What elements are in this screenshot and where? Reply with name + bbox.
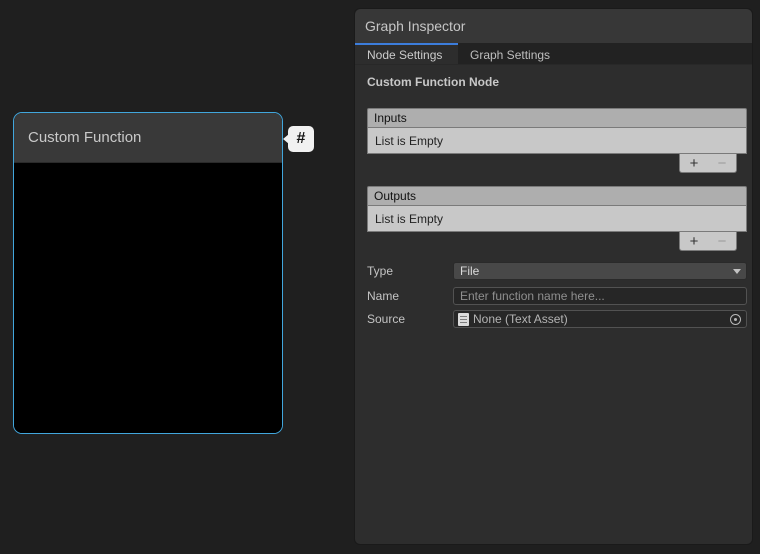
graph-inspector-panel: Graph Inspector Node Settings Graph Sett… [354,8,753,545]
outputs-list-title: Outputs [374,189,416,203]
hash-icon: # [297,130,306,148]
source-label: Source [367,310,405,328]
badge-tail [283,134,289,144]
text-asset-icon [458,313,469,326]
tab-bar: Node Settings Graph Settings [355,43,752,65]
type-dropdown[interactable]: File [453,262,747,280]
tab-node-settings-label: Node Settings [367,48,442,62]
outputs-empty-label: List is Empty [375,212,443,226]
node-title-label: Custom Function [28,129,141,146]
inputs-list-header: Inputs [367,108,747,128]
name-row: Name [367,287,747,305]
source-object-field[interactable]: None (Text Asset) [453,310,747,328]
panel-title: Graph Inspector [365,18,465,34]
inputs-list-empty-row: List is Empty [367,128,747,154]
source-row: Source None (Text Asset) [367,310,747,328]
type-dropdown-value: File [460,264,479,278]
shader-graph-window: { "canvas": { "node": { "title": "Custom… [0,0,760,554]
inputs-empty-label: List is Empty [375,134,443,148]
tab-node-settings[interactable]: Node Settings [355,43,458,64]
panel-header[interactable]: Graph Inspector [355,9,752,43]
outputs-list-header: Outputs [367,186,747,206]
type-row: Type File [367,262,747,280]
custom-function-node[interactable]: Custom Function [13,112,283,434]
node-body [14,163,282,434]
outputs-add-button[interactable]: + [690,234,699,249]
inputs-list-footer: + − [679,154,737,173]
outputs-list-footer: + − [679,232,737,251]
node-settings-heading: Custom Function Node [367,75,499,89]
outputs-list: Outputs List is Empty + − [367,186,747,251]
inputs-list: Inputs List is Empty + − [367,108,747,173]
outputs-remove-button[interactable]: − [718,234,727,249]
type-label: Type [367,262,393,280]
node-title-bar[interactable]: Custom Function [14,113,282,163]
inputs-remove-button[interactable]: − [718,156,727,171]
inputs-list-title: Inputs [374,111,407,125]
outputs-list-empty-row: List is Empty [367,206,747,232]
chevron-down-icon [733,269,741,274]
node-inspect-badge[interactable]: # [288,126,314,152]
name-label: Name [367,287,399,305]
tab-graph-settings-label: Graph Settings [470,48,550,62]
source-object-value: None (Text Asset) [473,312,568,326]
function-name-input[interactable] [453,287,747,305]
tab-graph-settings[interactable]: Graph Settings [458,43,561,64]
inputs-add-button[interactable]: + [690,156,699,171]
object-picker-icon[interactable] [730,314,741,325]
